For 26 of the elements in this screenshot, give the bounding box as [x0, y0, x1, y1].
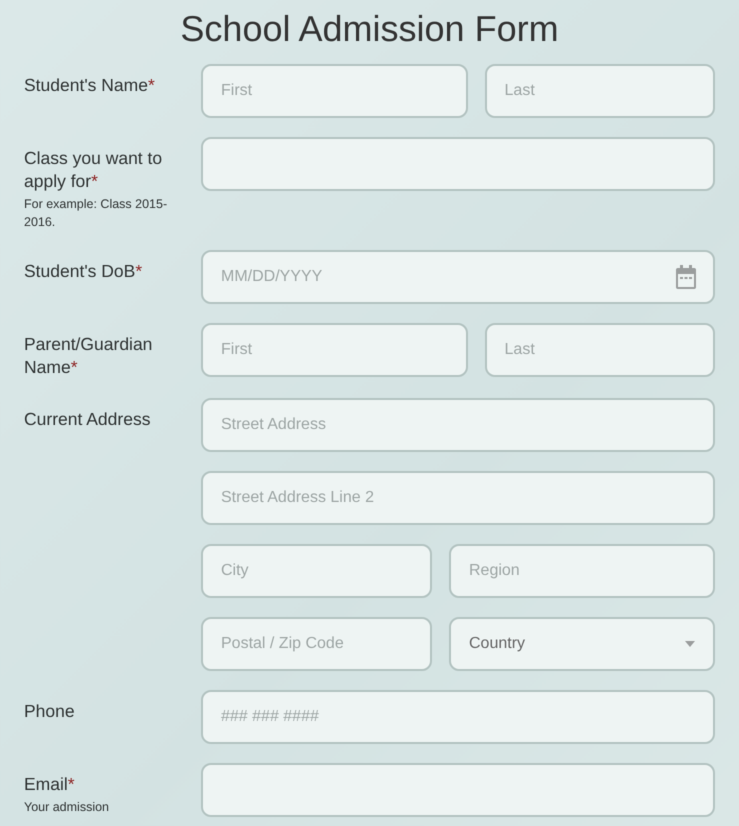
input-field[interactable]: First: [201, 64, 468, 118]
field-label: Student's DoB*: [24, 260, 144, 283]
field-label: Parent/Guardian Name*: [24, 333, 154, 379]
field-label: Class you want to apply for*: [24, 147, 164, 193]
input-field[interactable]: Street Address: [201, 398, 715, 452]
field-label: Current Address: [24, 408, 152, 431]
field-label: Email*: [24, 773, 76, 796]
field-label: Student's Name*: [24, 74, 156, 97]
input-field[interactable]: First: [201, 323, 468, 377]
form-title: School Admission Form: [179, 7, 560, 51]
field-label: Phone: [24, 700, 76, 723]
input-field[interactable]: ### ### ####: [201, 690, 715, 744]
input-field[interactable]: Postal / Zip Code: [201, 617, 432, 671]
field-hint: For example: Class 2015-2016.: [24, 196, 168, 231]
input-field[interactable]: [201, 763, 715, 817]
caret-icon: [685, 641, 695, 647]
calendar-icon[interactable]: [675, 264, 697, 290]
input-field[interactable]: City: [201, 544, 432, 598]
input-field[interactable]: Region: [449, 544, 715, 598]
input-field[interactable]: [201, 137, 715, 191]
country-dropdown[interactable]: Country: [449, 617, 715, 671]
input-field[interactable]: Street Address Line 2: [201, 471, 715, 525]
date-field[interactable]: MM/DD/YYYY: [201, 250, 715, 304]
field-hint: Your admission: [24, 799, 110, 816]
input-field[interactable]: Last: [484, 64, 715, 118]
input-field[interactable]: Last: [484, 323, 715, 377]
